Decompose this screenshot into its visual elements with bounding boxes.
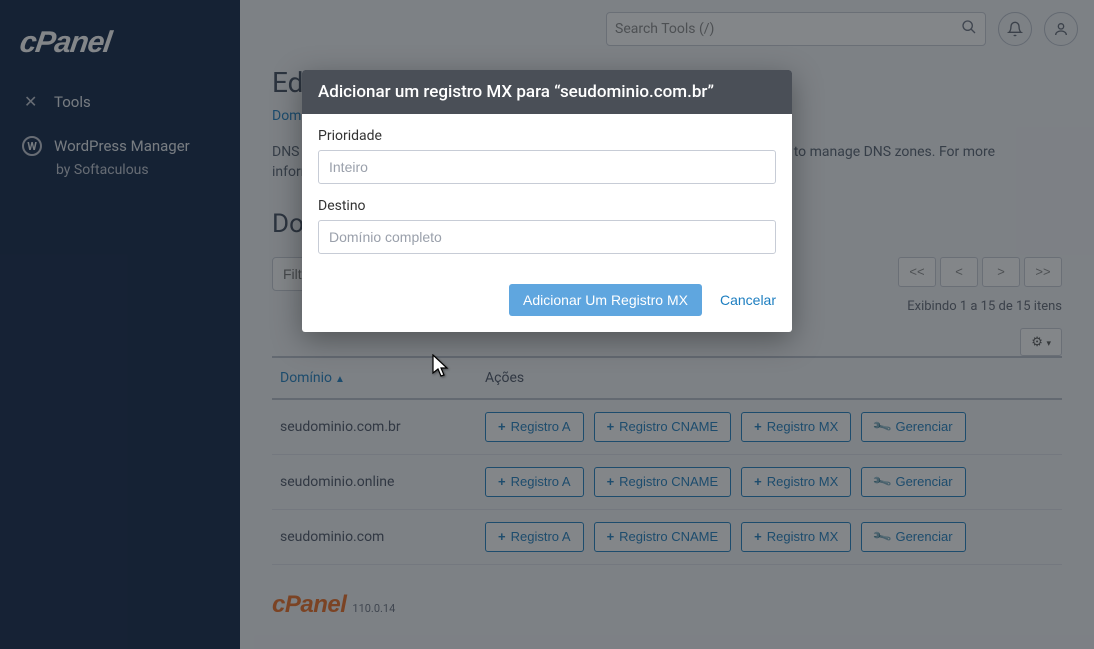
add-mx-record-modal: Adicionar um registro MX para “seudomini…: [302, 70, 792, 332]
cancel-button[interactable]: Cancelar: [720, 292, 776, 308]
submit-add-mx-button[interactable]: Adicionar Um Registro MX: [509, 284, 702, 316]
modal-title: Adicionar um registro MX para “seudomini…: [302, 70, 792, 114]
destination-label: Destino: [318, 198, 776, 214]
priority-label: Prioridade: [318, 128, 776, 144]
priority-input[interactable]: [318, 150, 776, 184]
destination-input[interactable]: [318, 220, 776, 254]
